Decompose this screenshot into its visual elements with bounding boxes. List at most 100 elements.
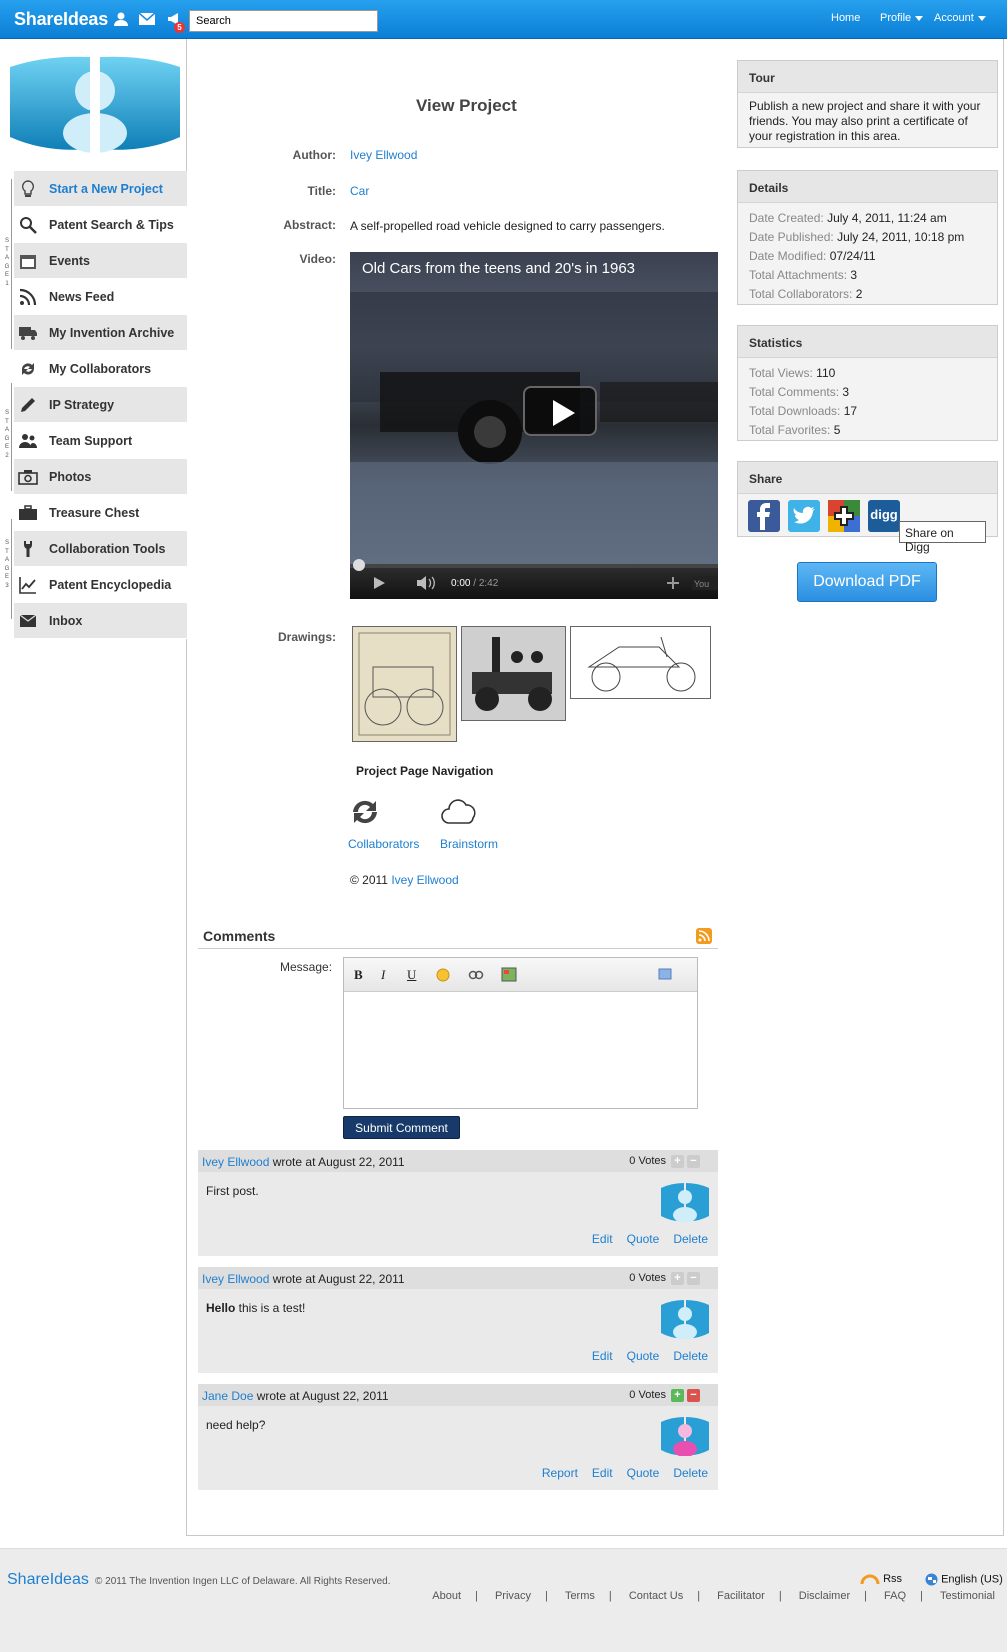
sidebar-item-news-feed[interactable]: News Feed <box>14 279 187 315</box>
delete-link[interactable]: Delete <box>673 1232 708 1246</box>
stat-key: Total Favorites: <box>749 423 831 437</box>
tour-text: Publish a new project and share it with … <box>749 99 981 143</box>
digg-icon[interactable]: digg <box>868 500 900 532</box>
edit-link[interactable]: Edit <box>592 1349 613 1363</box>
sidebar-item-treasure-chest[interactable]: Treasure Chest <box>14 495 187 531</box>
delete-link[interactable]: Delete <box>673 1349 708 1363</box>
add-to-playlist-icon[interactable] <box>666 576 680 590</box>
brainstorm-link[interactable]: Brainstorm <box>440 837 498 851</box>
vote-up-icon[interactable]: + <box>671 1272 684 1285</box>
source-view-icon[interactable] <box>658 968 672 980</box>
sidebar-item-start-new-project[interactable]: Start a New Project <box>14 171 187 207</box>
youtube-logo-icon[interactable]: You <box>692 576 718 590</box>
quote-link[interactable]: Quote <box>627 1349 660 1363</box>
emoticon-icon[interactable] <box>436 968 450 982</box>
app-logo[interactable]: ShareIdeas <box>14 9 108 30</box>
sidebar-item-photos[interactable]: Photos <box>14 459 187 495</box>
nav-home[interactable]: Home <box>831 12 860 24</box>
image-icon[interactable] <box>501 967 517 982</box>
copyright-author-link[interactable]: Ivey Ellwood <box>391 873 458 887</box>
sidebar-item-patent-search[interactable]: Patent Search & Tips <box>14 207 187 243</box>
footer-link-faq[interactable]: FAQ <box>884 1590 906 1602</box>
video-scrubber-handle[interactable] <box>352 558 366 572</box>
drawing-thumbnail-3[interactable] <box>570 626 711 699</box>
patent-drawing-image <box>358 632 451 736</box>
footer-link-privacy[interactable]: Privacy <box>495 1590 531 1602</box>
detail-value: July 4, 2011, 11:24 am <box>827 211 947 225</box>
footer-logo[interactable]: ShareIdeas <box>7 1571 89 1589</box>
collaborators-link[interactable]: Collaborators <box>348 837 419 851</box>
underline-icon[interactable]: U <box>407 967 416 983</box>
globe-icon <box>925 1573 938 1586</box>
footer-link-about[interactable]: About <box>432 1590 461 1602</box>
sidebar-item-ip-strategy[interactable]: IP Strategy <box>14 387 187 423</box>
report-link[interactable]: Report <box>542 1466 578 1480</box>
stat-row: Total Views: 110 <box>749 364 986 383</box>
quote-link[interactable]: Quote <box>627 1232 660 1246</box>
comment-body: need help? <box>206 1418 265 1432</box>
google-plus-icon[interactable] <box>828 500 860 532</box>
link-icon[interactable] <box>468 968 484 982</box>
collaborators-refresh-icon[interactable] <box>345 795 385 829</box>
footer-link-disclaimer[interactable]: Disclaimer <box>799 1590 850 1602</box>
rss-feed-icon[interactable] <box>696 928 712 944</box>
title-link[interactable]: Car <box>350 184 369 198</box>
twitter-icon[interactable] <box>788 500 820 532</box>
drawing-thumbnail-1[interactable] <box>352 626 457 742</box>
sidebar-item-patent-encyclopedia[interactable]: Patent Encyclopedia <box>14 567 187 603</box>
facebook-icon[interactable] <box>748 500 780 532</box>
vote-up-icon[interactable]: + <box>671 1389 684 1402</box>
footer-link-facilitator[interactable]: Facilitator <box>717 1590 765 1602</box>
vote-down-icon[interactable]: − <box>687 1272 700 1285</box>
nav-account[interactable]: Account <box>934 12 986 24</box>
footer-link-contact[interactable]: Contact Us <box>629 1590 683 1602</box>
calendar-icon <box>17 251 39 271</box>
video-player[interactable]: Old Cars from the teens and 20's in 1963… <box>350 252 718 599</box>
author-link[interactable]: Ivey Ellwood <box>350 148 417 162</box>
vote-down-icon[interactable]: − <box>687 1389 700 1402</box>
sidebar-item-label: Photos <box>49 469 92 484</box>
edit-link[interactable]: Edit <box>592 1232 613 1246</box>
drawing-thumbnail-2[interactable] <box>461 626 566 721</box>
quote-link[interactable]: Quote <box>627 1466 660 1480</box>
edit-link[interactable]: Edit <box>592 1466 613 1480</box>
delete-link[interactable]: Delete <box>673 1466 708 1480</box>
content-right-border <box>1003 39 1004 1536</box>
footer-rss-label: Rss <box>883 1573 903 1585</box>
volume-icon[interactable] <box>416 576 436 590</box>
sidebar-item-events[interactable]: Events <box>14 243 187 279</box>
play-icon[interactable] <box>372 576 386 590</box>
sidebar-item-invention-archive[interactable]: My Invention Archive <box>14 315 187 351</box>
sidebar-item-team-support[interactable]: Team Support <box>14 423 187 459</box>
footer-link-terms[interactable]: Terms <box>565 1590 595 1602</box>
comment-meta: wrote at August 22, 2011 <box>272 1272 405 1286</box>
nav-profile[interactable]: Profile <box>880 12 924 24</box>
footer: ShareIdeas © 2011 The Invention Ingen LL… <box>0 1548 1007 1652</box>
sidebar-item-inbox[interactable]: Inbox <box>14 603 187 639</box>
statistics-panel: Statistics Total Views: 110 Total Commen… <box>737 325 998 441</box>
sidebar-item-my-collaborators[interactable]: My Collaborators <box>14 351 187 387</box>
mail-icon[interactable] <box>138 11 156 27</box>
sidebar-item-label: Team Support <box>49 433 133 448</box>
search-input[interactable] <box>189 10 378 32</box>
footer-language[interactable]: English (US) <box>925 1573 1003 1586</box>
lightbulb-icon <box>17 179 39 199</box>
vote-up-icon[interactable]: + <box>671 1155 684 1168</box>
comment-author-link[interactable]: Ivey Ellwood <box>202 1155 269 1169</box>
user-icon[interactable] <box>112 11 130 27</box>
message-textarea[interactable] <box>344 992 697 1108</box>
video-progress-bar[interactable] <box>350 564 718 568</box>
content-bottom-border <box>187 1535 1004 1536</box>
vote-down-icon[interactable]: − <box>687 1155 700 1168</box>
footer-rss[interactable]: Rss <box>860 1573 902 1585</box>
comment-author-link[interactable]: Jane Doe <box>202 1389 253 1403</box>
italic-icon[interactable]: I <box>381 967 385 983</box>
play-button[interactable] <box>523 386 597 436</box>
bold-icon[interactable]: B <box>354 967 363 983</box>
brainstorm-cloud-icon[interactable] <box>440 795 480 829</box>
submit-comment-button[interactable]: Submit Comment <box>343 1116 460 1139</box>
comment-author-link[interactable]: Ivey Ellwood <box>202 1272 269 1286</box>
download-pdf-button[interactable]: Download PDF <box>797 562 937 602</box>
footer-link-testimonial[interactable]: Testimonial <box>940 1590 995 1602</box>
sidebar-item-collaboration-tools[interactable]: Collaboration Tools <box>14 531 187 567</box>
